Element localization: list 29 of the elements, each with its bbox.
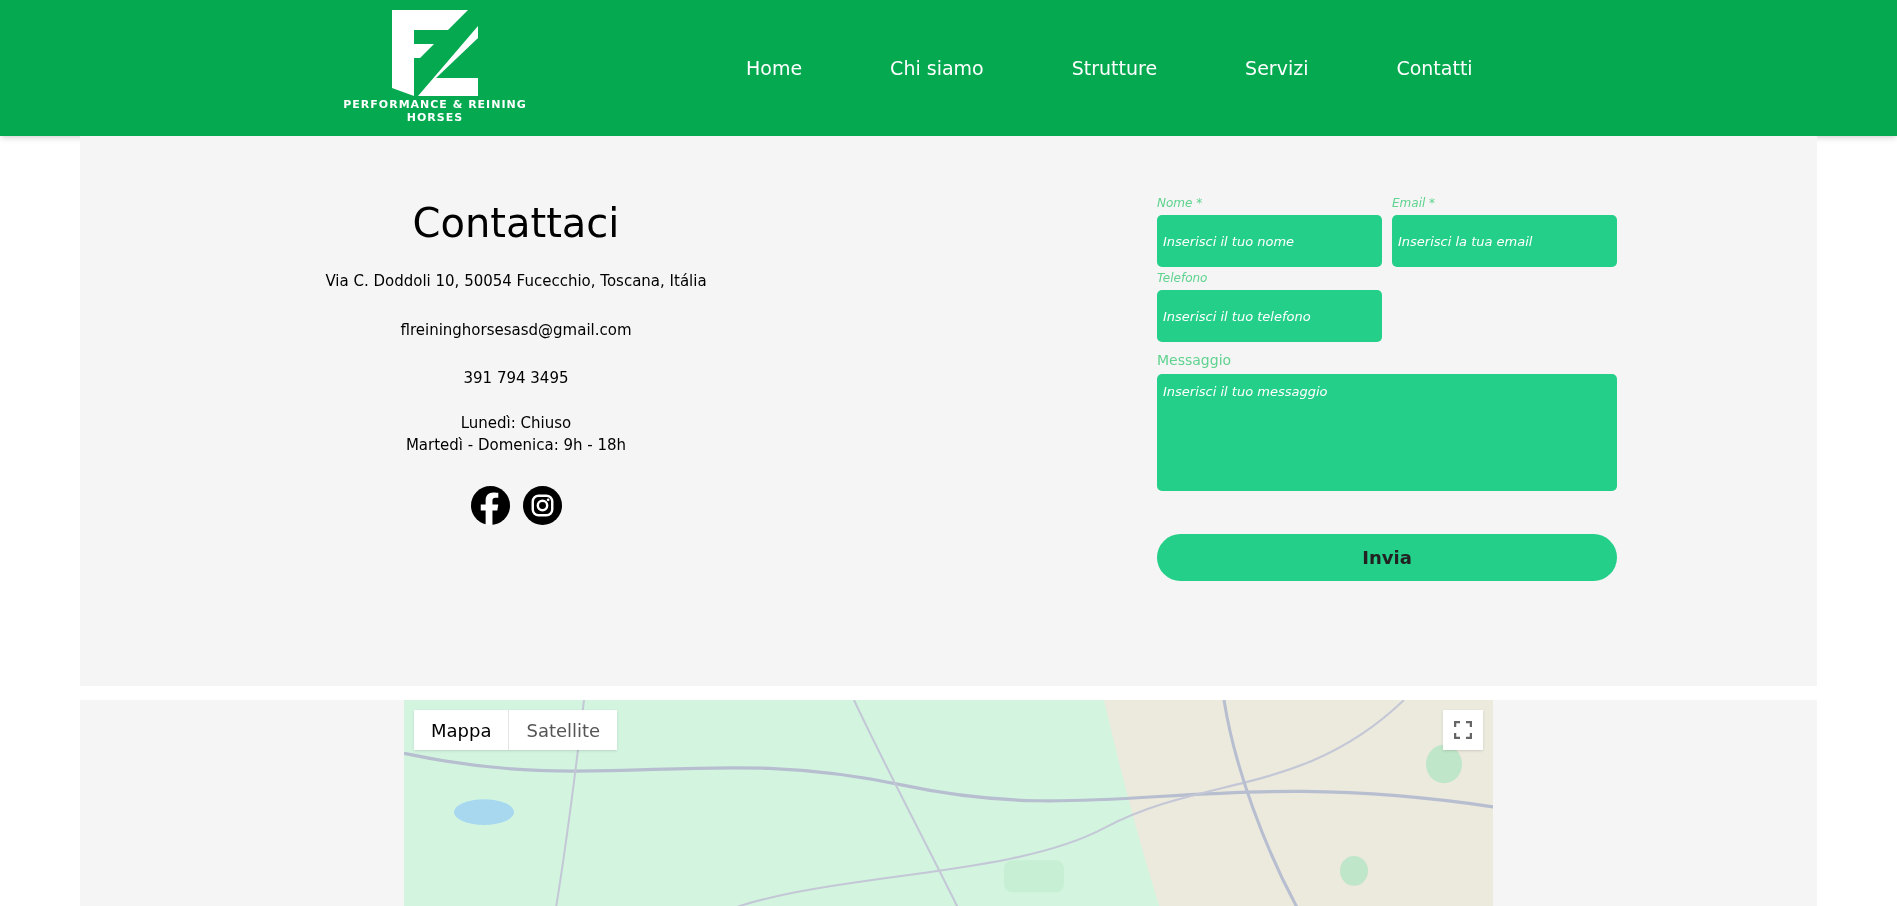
nav-link[interactable]: Strutture — [1071, 54, 1158, 83]
submit-button[interactable]: Invia — [1157, 534, 1617, 581]
nav-link[interactable]: Servizi — [1245, 54, 1309, 83]
logo-text: PERFORMANCE & REINING — [343, 98, 527, 111]
field-label: Nome * — [1157, 195, 1204, 212]
facebook-icon[interactable] — [470, 485, 510, 525]
input-field[interactable]: Inserisci il tuo telefono — [1157, 290, 1382, 342]
map-type-tab[interactable]: Mappa — [414, 710, 509, 750]
phone-text: 391 794 3495 — [463, 368, 569, 389]
logo-text: HORSES — [406, 111, 464, 124]
instagram-icon[interactable] — [522, 485, 562, 525]
input-field[interactable]: Inserisci il tuo nome — [1157, 215, 1382, 267]
email-link[interactable]: flreininghorsesasd@gmail.com — [400, 318, 632, 341]
nav-link[interactable]: Chi siamo — [890, 54, 984, 83]
nav-link[interactable]: Home — [746, 54, 803, 83]
message-field[interactable]: Inserisci il tuo messaggio — [1157, 374, 1617, 491]
field-label: Telefono — [1157, 270, 1209, 287]
field-label: Messaggio — [1157, 351, 1233, 370]
field-label: Email * — [1392, 195, 1437, 212]
map-type-tab[interactable]: Satellite — [508, 710, 618, 750]
nav-link[interactable]: Contatti — [1396, 54, 1473, 83]
fullscreen-button[interactable] — [1443, 710, 1483, 750]
hours-text: Lunedì: Chiuso — [460, 412, 572, 434]
input-field[interactable]: Inserisci la tua email — [1392, 215, 1617, 267]
contact-title: Contattaci — [412, 199, 620, 248]
fullscreen-icon — [1454, 721, 1472, 739]
logo-icon — [390, 8, 480, 98]
hours-text: Martedì - Domenica: 9h - 18h — [405, 434, 627, 456]
address-text: Via C. Doddoli 10, 50054 Fucecchio, Toscana, Itália — [325, 271, 707, 292]
